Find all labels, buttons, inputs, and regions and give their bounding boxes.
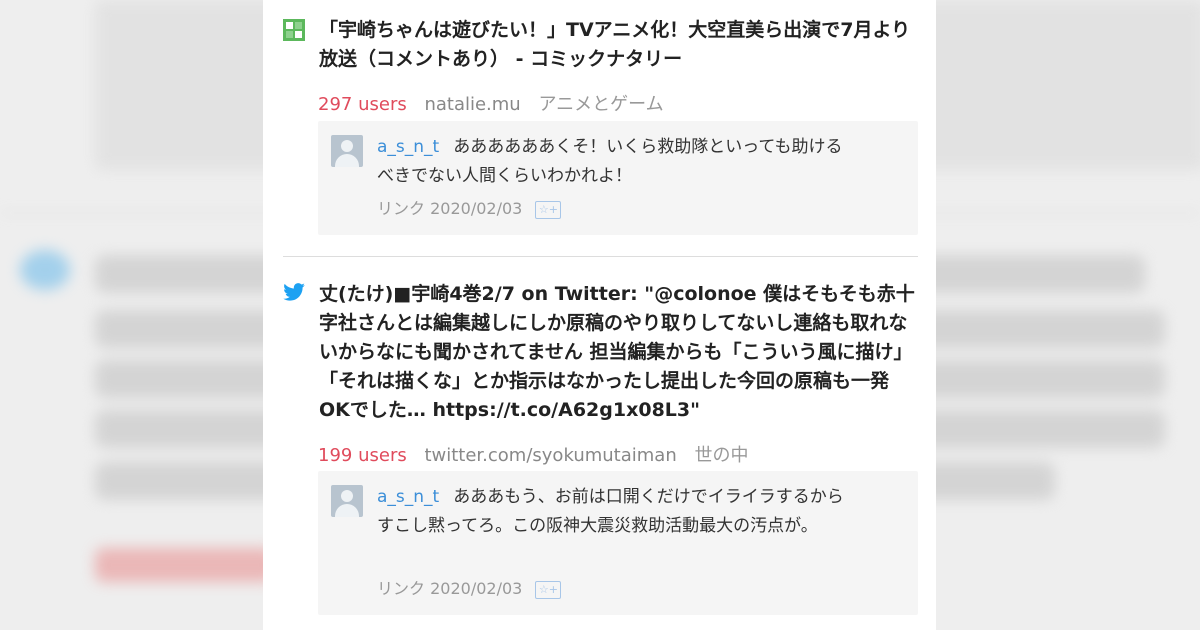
comment-date: 2020/02/03 [430, 199, 523, 218]
comment-footer: リンク 2020/02/03 ☆+ [377, 575, 562, 599]
comment-footer: リンク 2020/02/03 ☆+ [377, 195, 562, 219]
add-star-icon[interactable]: ☆+ [535, 580, 562, 599]
comment-body: a_s_n_t あああもう、お前は口開くだけでイライラするからすこし黙ってろ。この… [377, 483, 857, 541]
entry-divider [283, 256, 918, 257]
comment-text: あああもう、お前は口開くだけでイライラするからすこし黙ってろ。この阪神大震災救助… [377, 487, 844, 536]
bookmark-comment: a_s_n_t ああああああくそ！いくら救助隊といっても助けるべきでない人間くらい… [318, 121, 918, 235]
entry-meta: 297 users natalie.mu アニメとゲーム [318, 90, 664, 116]
comment-body: a_s_n_t ああああああくそ！いくら救助隊といっても助けるべきでない人間くらい… [377, 133, 857, 191]
comment-text: ああああああくそ！いくら救助隊といっても助けるべきでない人間くらいわかれよ！ [377, 137, 843, 186]
entry-category-link[interactable]: アニメとゲーム [538, 94, 663, 115]
entry-domain-link[interactable]: twitter.com/syokumutaiman [424, 445, 676, 466]
comment-link[interactable]: リンク [377, 579, 425, 598]
entry-category-link[interactable]: 世の中 [694, 445, 748, 466]
comment-date: 2020/02/03 [430, 579, 523, 598]
avatar[interactable] [331, 485, 363, 517]
entry-domain-link[interactable]: natalie.mu [424, 94, 520, 115]
bookmark-users-count[interactable]: 199 users [318, 445, 407, 466]
add-star-icon[interactable]: ☆+ [535, 200, 562, 219]
natalie-icon [283, 19, 305, 41]
entry-meta: 199 users twitter.com/syokumutaiman 世の中 [318, 441, 748, 467]
bookmark-list-card: 「宇崎ちゃんは遊びたい！」TVアニメ化！大空直美ら出演で7月より放送（コメントあ… [263, 0, 936, 630]
bookmark-users-count[interactable]: 297 users [318, 94, 407, 115]
comment-username-link[interactable]: a_s_n_t [377, 137, 439, 157]
bookmark-comment: a_s_n_t あああもう、お前は口開くだけでイライラするからすこし黙ってろ。この… [318, 471, 918, 615]
entry-title-link[interactable]: 丈(たけ)■宇崎4巻2/7 on Twitter: "@colonoe 僕はそも… [319, 280, 919, 425]
comment-link[interactable]: リンク [377, 199, 425, 218]
entry-title-link[interactable]: 「宇崎ちゃんは遊びたい！」TVアニメ化！大空直美ら出演で7月より放送（コメントあ… [319, 16, 919, 74]
avatar[interactable] [331, 135, 363, 167]
comment-username-link[interactable]: a_s_n_t [377, 487, 439, 507]
twitter-bird-icon [283, 283, 305, 301]
